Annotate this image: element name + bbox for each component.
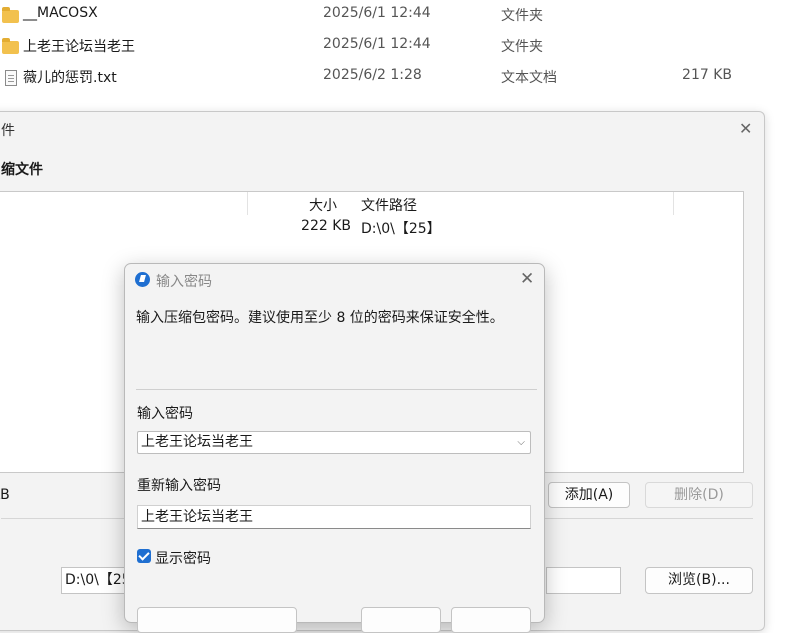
add-button[interactable]: 添加(A) — [548, 482, 630, 508]
file-row[interactable]: __MACOSX 2025/6/1 12:44 文件夹 — [0, 0, 800, 30]
file-type: 文本文档 — [501, 70, 557, 86]
dialog-button[interactable] — [451, 607, 531, 633]
column-header-size[interactable]: 大小 — [309, 195, 337, 215]
cell-path: D:\0\【25】 — [361, 221, 441, 237]
chevron-down-icon[interactable]: ⌵ — [517, 432, 525, 453]
dialog-button[interactable] — [361, 607, 441, 633]
file-date: 2025/6/1 12:44 — [323, 5, 431, 21]
show-password-checkbox[interactable] — [137, 549, 151, 563]
total-size: KB — [0, 487, 10, 503]
section-heading: 缩文件 — [1, 162, 43, 178]
browse-button[interactable]: 浏览(B)... — [645, 567, 753, 594]
file-name: __MACOSX — [23, 5, 98, 21]
output-path-input[interactable]: D:\0\【25 — [61, 567, 131, 594]
delete-button[interactable]: 删除(D) — [645, 482, 753, 508]
file-name: 薇儿的惩罚.txt — [23, 70, 117, 86]
file-row[interactable]: 上老王论坛当老王 2025/6/1 12:44 文件夹 — [0, 31, 800, 61]
file-type: 文件夹 — [501, 39, 543, 55]
password-combo[interactable]: 上老王论坛当老王 ⌵ — [137, 431, 531, 454]
close-icon[interactable]: ✕ — [739, 119, 752, 138]
file-date: 2025/6/1 12:44 — [323, 36, 431, 52]
show-password-label[interactable]: 显示密码 — [155, 548, 211, 568]
confirm-password-input[interactable]: 上老王论坛当老王 — [137, 505, 531, 529]
dialog-button[interactable] — [137, 607, 297, 633]
file-date: 2025/6/2 1:28 — [323, 67, 422, 83]
column-divider[interactable] — [673, 192, 674, 215]
file-type: 文件夹 — [501, 8, 543, 24]
password-value: 上老王论坛当老王 — [141, 434, 253, 450]
dialog-title: 输入密码 — [156, 274, 212, 290]
dialog-description: 输入压缩包密码。建议使用至少 8 位的密码来保证安全性。 — [136, 310, 504, 326]
dialog-title: 件 — [1, 123, 15, 139]
app-icon — [135, 272, 150, 287]
divider — [136, 389, 537, 390]
confirm-password-label: 重新输入密码 — [137, 478, 221, 494]
cell-size: 222 KB — [301, 218, 351, 234]
output-path-input-end[interactable] — [546, 567, 621, 594]
file-name: 上老王论坛当老王 — [23, 39, 135, 55]
file-row[interactable]: 薇儿的惩罚.txt 2025/6/2 1:28 文本文档 217 KB — [0, 62, 800, 92]
password-dialog: 输入密码 ✕ 输入压缩包密码。建议使用至少 8 位的密码来保证安全性。 输入密码… — [124, 263, 545, 633]
column-divider[interactable] — [247, 192, 248, 215]
password-label: 输入密码 — [137, 406, 193, 422]
close-icon[interactable]: ✕ — [520, 269, 534, 289]
column-header-path[interactable]: 文件路径 — [361, 195, 417, 215]
file-size: 217 KB — [682, 67, 732, 83]
